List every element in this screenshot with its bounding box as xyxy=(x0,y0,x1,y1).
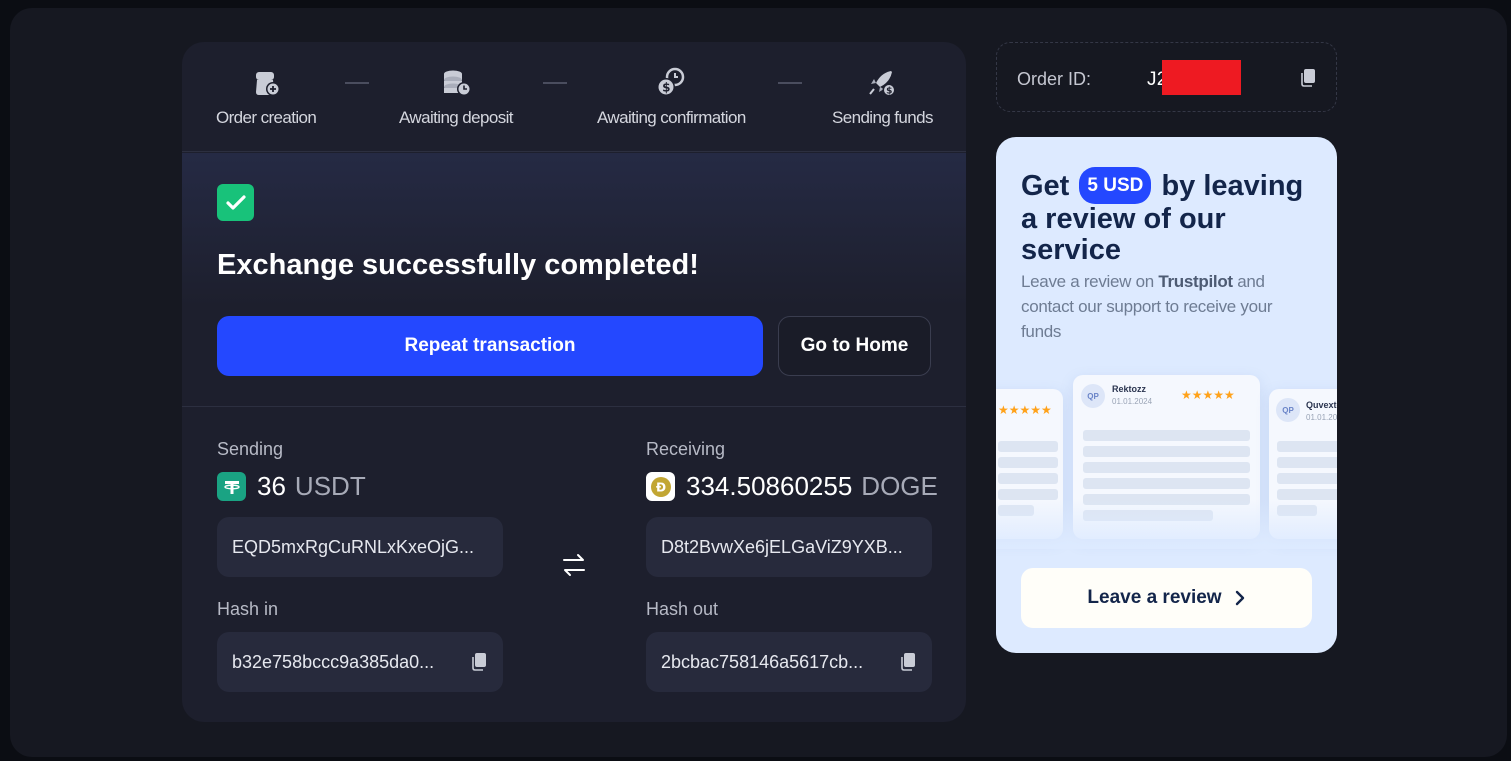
success-panel: Exchange successfully completed! Repeat … xyxy=(182,153,966,407)
redaction-box xyxy=(1162,60,1241,95)
avatar: QP xyxy=(1276,398,1300,422)
step-label: Sending funds xyxy=(832,108,934,127)
review-date: 01.01.2024 xyxy=(1112,397,1153,406)
usd-badge: 5 USD xyxy=(1079,167,1152,204)
step-label: Awaiting deposit xyxy=(399,108,514,127)
receiving-address-field[interactable]: D8t2BvwXe6jELGaViZ9YXB... xyxy=(646,517,932,577)
go-home-button[interactable]: Go to Home xyxy=(778,316,931,376)
trustpilot-link: Trustpilot xyxy=(1158,272,1233,291)
usdt-icon xyxy=(217,472,246,501)
promo-title-pre: Get xyxy=(1021,170,1070,202)
copy-icon[interactable] xyxy=(1299,68,1317,88)
review-date: 01.01.20 xyxy=(1306,413,1337,422)
rating-stars: ★★★★★ xyxy=(1181,388,1235,402)
repeat-transaction-button[interactable]: Repeat transaction xyxy=(217,316,763,376)
order-id-box: Order ID: J2 2XM xyxy=(996,42,1337,112)
hash-out-field[interactable]: 2bcbac758146a5617cb... xyxy=(646,632,932,692)
sending-amount-value: 36 xyxy=(257,471,286,501)
swap-arrows-icon xyxy=(563,554,585,576)
reviewer-name: Quvexte xyxy=(1306,400,1337,410)
hash-out-value: 2bcbac758146a5617cb... xyxy=(661,651,864,672)
chevron-right-icon xyxy=(1235,590,1244,606)
svg-text:$: $ xyxy=(887,87,893,97)
hash-in-value: b32e758bccc9a385da0... xyxy=(232,651,435,672)
svg-text:$: $ xyxy=(662,81,670,95)
promo-desc-pre: Leave a review on xyxy=(1021,272,1154,291)
order-id-label: Order ID: xyxy=(1017,69,1092,89)
receiving-amount-value: 334.50860255 xyxy=(686,471,853,501)
step-order-creation: Order creation xyxy=(216,66,317,128)
step-sending-funds: $ Sending funds xyxy=(832,66,934,128)
step-label: Awaiting confirmation xyxy=(597,108,746,127)
receiving-label: Receiving xyxy=(646,439,726,459)
reviewer-name: Rektozz xyxy=(1112,384,1147,394)
sending-address-field[interactable]: EQD5mxRgCuRNLxKxeOjG... xyxy=(217,517,503,577)
coins-icon xyxy=(443,70,471,96)
hash-in-field[interactable]: b32e758bccc9a385da0... xyxy=(217,632,503,692)
doge-icon: Đ xyxy=(646,472,675,501)
review-illustration: ★★★★★ QP Rektozz 01.01.2024 ★★★★★ QP Quv… xyxy=(996,369,1337,549)
rocket-dollar-icon: $ xyxy=(869,71,896,97)
step-awaiting-deposit: Awaiting deposit xyxy=(399,66,514,128)
receiving-currency: DOGE xyxy=(861,471,938,501)
avatar: QP xyxy=(1081,384,1105,408)
copy-icon[interactable] xyxy=(470,652,488,672)
step-connector xyxy=(778,82,802,84)
fade-overlay xyxy=(996,499,1337,549)
receiving-amount: Đ 334.50860255 DOGE xyxy=(646,471,938,502)
promo-description: Leave a review on Trustpilot and contact… xyxy=(1021,269,1311,344)
exchange-card: Order creation Awaiting deposit $ Awaiti… xyxy=(182,42,966,722)
sending-address: EQD5mxRgCuRNLxKxeOjG... xyxy=(232,536,475,557)
step-awaiting-confirmation: $ Awaiting confirmation xyxy=(597,66,746,128)
sending-amount: 36 USDT xyxy=(217,471,366,502)
order-creation-icon xyxy=(256,72,281,96)
leave-review-button[interactable]: Leave a review xyxy=(1021,568,1312,628)
progress-steps: Order creation Awaiting deposit $ Awaiti… xyxy=(182,42,966,152)
copy-icon[interactable] xyxy=(899,652,917,672)
promo-title: Get 5 USD by leaving a review of our ser… xyxy=(1021,167,1321,266)
hash-in-label: Hash in xyxy=(217,599,279,619)
step-label: Order creation xyxy=(216,108,317,127)
leave-review-label: Leave a review xyxy=(1087,587,1222,608)
dollar-clock-icon: $ xyxy=(657,67,685,96)
hash-out-label: Hash out xyxy=(646,599,719,619)
step-connector xyxy=(543,82,567,84)
rating-stars: ★★★★★ xyxy=(998,403,1052,417)
success-title: Exchange successfully completed! xyxy=(217,249,699,281)
step-connector xyxy=(345,82,369,84)
svg-text:Đ: Đ xyxy=(655,480,665,494)
check-icon xyxy=(217,184,254,221)
sending-label: Sending xyxy=(217,439,284,459)
sending-currency: USDT xyxy=(294,471,366,501)
receiving-address: D8t2BvwXe6jELGaViZ9YXB... xyxy=(661,536,903,557)
review-promo-card: Get 5 USD by leaving a review of our ser… xyxy=(996,137,1337,653)
